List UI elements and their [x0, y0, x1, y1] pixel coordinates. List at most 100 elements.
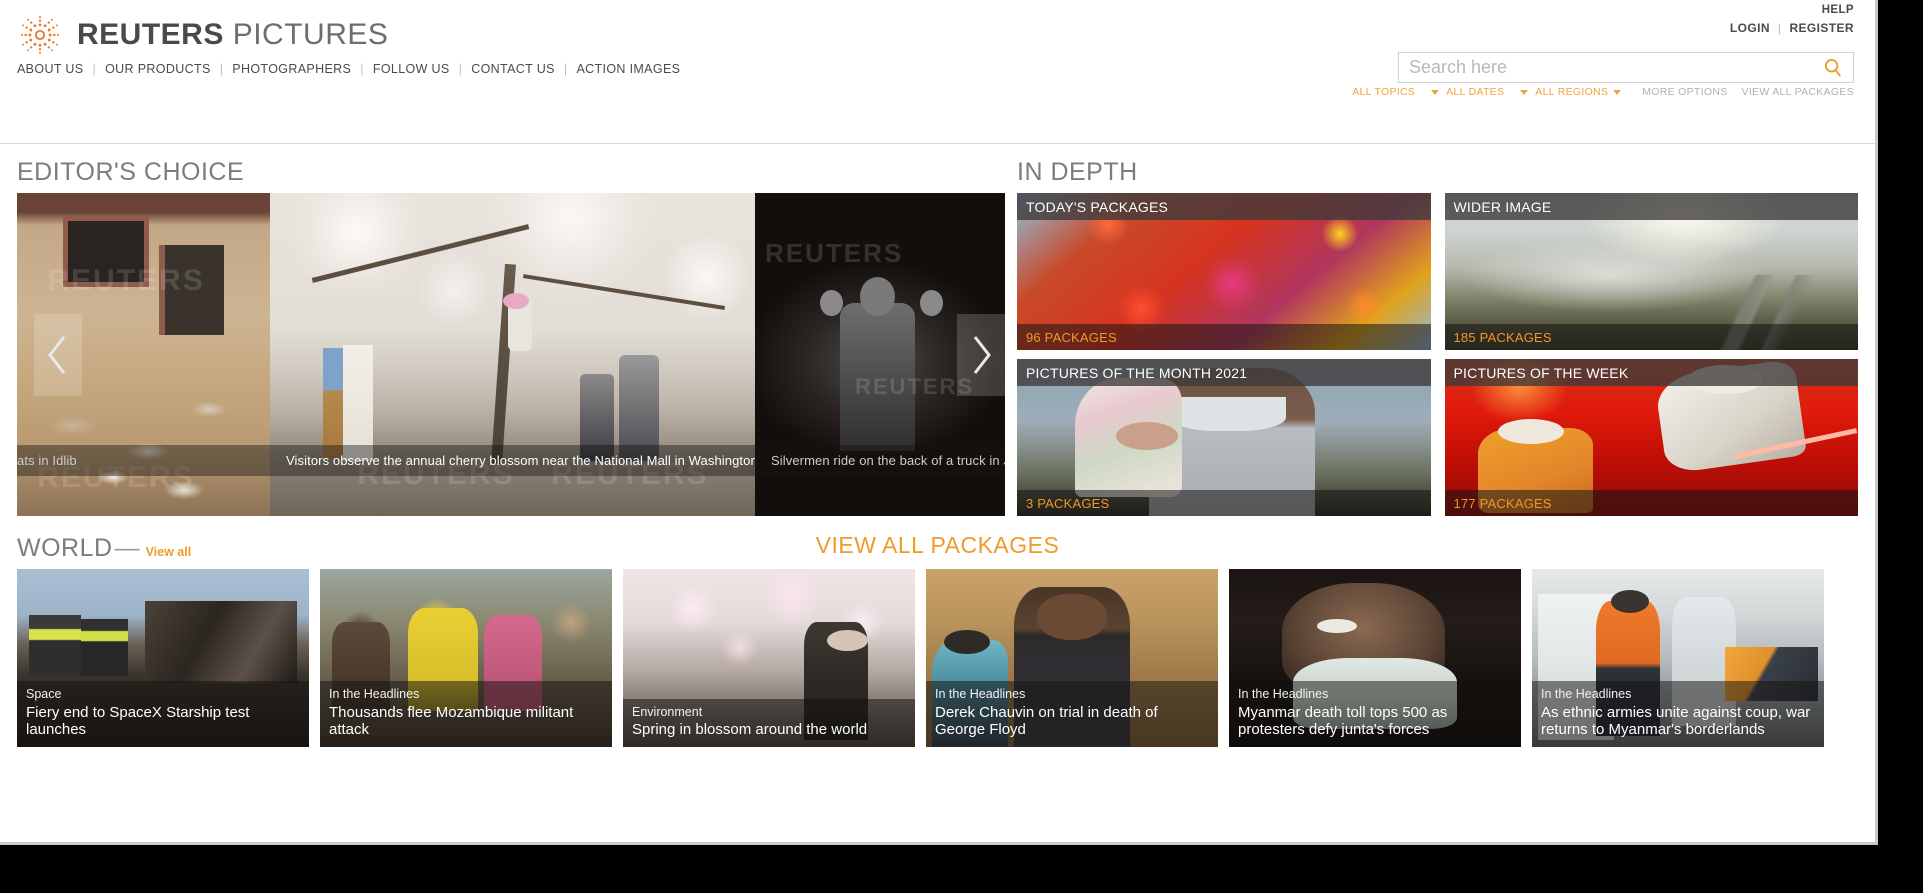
search-bar	[1398, 52, 1854, 83]
brand-name-bold: REUTERS	[77, 18, 224, 51]
thumbnail-caption: Environment Spring in blossom around the…	[623, 698, 915, 747]
view-all-packages-heading-link[interactable]: VIEW ALL PACKAGES	[816, 532, 1060, 559]
site-header: REUTERS PICTURES ABOUT US | OUR PRODUCTS…	[0, 0, 1875, 144]
thumbnail-headline: Derek Chauvin on trial in death of Georg…	[935, 703, 1158, 739]
package-title: WIDER IMAGE	[1444, 193, 1858, 220]
world-heading: WORLD	[17, 534, 113, 562]
list-item[interactable]: Environment Spring in blossom around the…	[623, 569, 915, 747]
thumbnail-headline: As ethnic armies unite against coup, war…	[1541, 703, 1811, 739]
chevron-down-icon	[1613, 89, 1622, 95]
thumbnail-headline: Myanmar death toll tops 500 as protester…	[1238, 703, 1448, 739]
view-all-packages-link[interactable]: VIEW ALL PACKAGES	[1728, 86, 1854, 98]
chevron-right-icon	[973, 335, 991, 374]
slide-figure	[840, 302, 915, 452]
search-submit-button[interactable]	[1813, 53, 1853, 82]
list-item[interactable]: In the Headlines As ethnic armies unite …	[1532, 569, 1824, 747]
package-count: 96 PACKAGES	[1017, 324, 1431, 350]
more-options-link[interactable]: MORE OPTIONS	[1628, 86, 1727, 98]
package-card-wider-image[interactable]: WIDER IMAGE 185 PACKAGES	[1444, 193, 1858, 350]
package-child-face	[1116, 421, 1179, 451]
editors-choice-section: EDITOR'S CHOICE REUTERS REUTERS ats in I…	[17, 144, 1005, 516]
primary-nav: ABOUT US | OUR PRODUCTS | PHOTOGRAPHERS …	[8, 62, 689, 76]
nav-item-photographers[interactable]: PHOTOGRAPHERS	[223, 62, 360, 76]
list-item[interactable]: In the Headlines Thousands flee Mozambiq…	[320, 569, 612, 747]
nav-item-about-us[interactable]: ABOUT US	[8, 62, 92, 76]
filter-all-dates-label: ALL DATES	[1446, 86, 1505, 98]
thumbnail-kicker: In the Headlines	[935, 687, 1026, 701]
thumbnail-kicker: In the Headlines	[329, 687, 420, 701]
slide-figure-head	[860, 276, 895, 316]
in-depth-heading: IN DEPTH	[1017, 158, 1138, 186]
package-card-pictures-of-the-month[interactable]: PICTURES OF THE MONTH 2021 3 PACKAGES	[1017, 359, 1431, 516]
in-depth-grid: TODAY'S PACKAGES 96 PACKAGES WIDER IMAGE…	[1017, 193, 1858, 516]
slide-figure-hand	[820, 289, 843, 316]
slide-doorway	[158, 244, 225, 336]
list-item[interactable]: Space Fiery end to SpaceX Starship test …	[17, 569, 309, 747]
package-title: PICTURES OF THE MONTH 2021	[1017, 359, 1431, 386]
editors-choice-heading: EDITOR'S CHOICE	[17, 158, 245, 186]
page-content: EDITOR'S CHOICE REUTERS REUTERS ats in I…	[0, 144, 1875, 747]
thumbnail-kicker: In the Headlines	[1541, 687, 1632, 701]
nav-item-our-products[interactable]: OUR PRODUCTS	[96, 62, 220, 76]
package-count: 177 PACKAGES	[1444, 490, 1858, 516]
thumbnail-kicker: Environment	[632, 704, 703, 719]
search-icon	[1824, 58, 1842, 77]
thumbnail-kicker: In the Headlines	[1238, 687, 1329, 701]
package-card-todays-packages[interactable]: TODAY'S PACKAGES 96 PACKAGES	[1017, 193, 1431, 350]
slide-caption: ats in Idlib	[17, 445, 270, 476]
chevron-left-icon	[48, 335, 66, 374]
page-root: REUTERS PICTURES ABOUT US | OUR PRODUCTS…	[0, 0, 1878, 845]
package-count: 185 PACKAGES	[1444, 324, 1858, 350]
package-title: TODAY'S PACKAGES	[1017, 193, 1431, 220]
in-depth-section: IN DEPTH TODAY'S PACKAGES 96 PACKAGES WI…	[1005, 144, 1858, 516]
package-count: 3 PACKAGES	[1017, 490, 1431, 516]
top-section: EDITOR'S CHOICE REUTERS REUTERS ats in I…	[17, 144, 1858, 516]
thumbnail-caption: In the Headlines Derek Chauvin on trial …	[926, 681, 1218, 747]
nav-item-follow-us[interactable]: FOLLOW US	[364, 62, 459, 76]
thumbnail-headline: Thousands flee Mozambique militant attac…	[329, 703, 574, 739]
slide-figure-hand	[920, 289, 943, 316]
thumbnail-headline: Fiery end to SpaceX Starship test launch…	[26, 703, 250, 739]
site-logo[interactable]: REUTERS PICTURES	[17, 12, 388, 58]
editors-choice-carousel[interactable]: REUTERS REUTERS ats in Idlib	[17, 193, 1005, 516]
brand-wordmark: REUTERS PICTURES	[77, 18, 388, 52]
carousel-prev-button[interactable]	[34, 313, 82, 396]
package-helmet	[1498, 418, 1565, 444]
thumbnail-figure-hand	[827, 629, 869, 651]
help-link[interactable]: HELP	[1822, 4, 1854, 16]
slide-caption: Visitors observe the annual cherry bloss…	[270, 445, 755, 476]
filter-all-regions-label: ALL REGIONS	[1535, 86, 1609, 98]
filter-all-topics[interactable]: ALL TOPICS	[1352, 86, 1446, 98]
world-dash: —	[114, 534, 140, 562]
carousel-next-button[interactable]	[957, 313, 1005, 396]
search-input[interactable]	[1399, 53, 1813, 82]
world-section-header: WORLD — View all VIEW ALL PACKAGES	[17, 516, 1858, 569]
nav-item-action-images[interactable]: ACTION IMAGES	[567, 62, 689, 76]
chevron-down-icon	[1520, 89, 1529, 95]
auth-links: LOGIN | REGISTER	[1730, 21, 1854, 35]
slide-caption: Silvermen ride on the back of a truck in…	[755, 445, 1005, 476]
filter-all-topics-label: ALL TOPICS	[1352, 86, 1416, 98]
thumbnail-kicker: Space	[26, 687, 62, 701]
filter-all-dates[interactable]: ALL DATES	[1446, 86, 1535, 98]
auth-separator: |	[1777, 21, 1782, 35]
thumbnail-caption: In the Headlines Myanmar death toll tops…	[1229, 681, 1521, 747]
package-title: PICTURES OF THE WEEK	[1444, 359, 1858, 386]
world-thumbnail-row: Space Fiery end to SpaceX Starship test …	[17, 569, 1858, 747]
package-card-pictures-of-the-week[interactable]: PICTURES OF THE WEEK 177 PACKAGES	[1444, 359, 1858, 516]
thumbnail-figure	[28, 615, 82, 676]
list-item[interactable]: In the Headlines Myanmar death toll tops…	[1229, 569, 1521, 747]
filter-all-regions[interactable]: ALL REGIONS	[1535, 86, 1628, 98]
thumbnail-headline: Spring in blossom around the world	[632, 721, 868, 739]
thumbnail-figure	[81, 618, 128, 676]
list-item[interactable]: In the Headlines Derek Chauvin on trial …	[926, 569, 1218, 747]
thumbnail-caption: In the Headlines As ethnic armies unite …	[1532, 681, 1824, 747]
world-view-all-link[interactable]: View all	[146, 545, 192, 559]
carousel-slide[interactable]: REUTERS REUTERS Visitors observe the ann…	[270, 193, 755, 516]
thumbnail-caption: In the Headlines Thousands flee Mozambiq…	[320, 681, 612, 747]
thumbnail-caption: Space Fiery end to SpaceX Starship test …	[17, 681, 309, 747]
login-link[interactable]: LOGIN	[1730, 21, 1770, 35]
register-link[interactable]: REGISTER	[1789, 21, 1854, 35]
nav-item-contact-us[interactable]: CONTACT US	[462, 62, 564, 76]
slide-window	[62, 215, 149, 287]
